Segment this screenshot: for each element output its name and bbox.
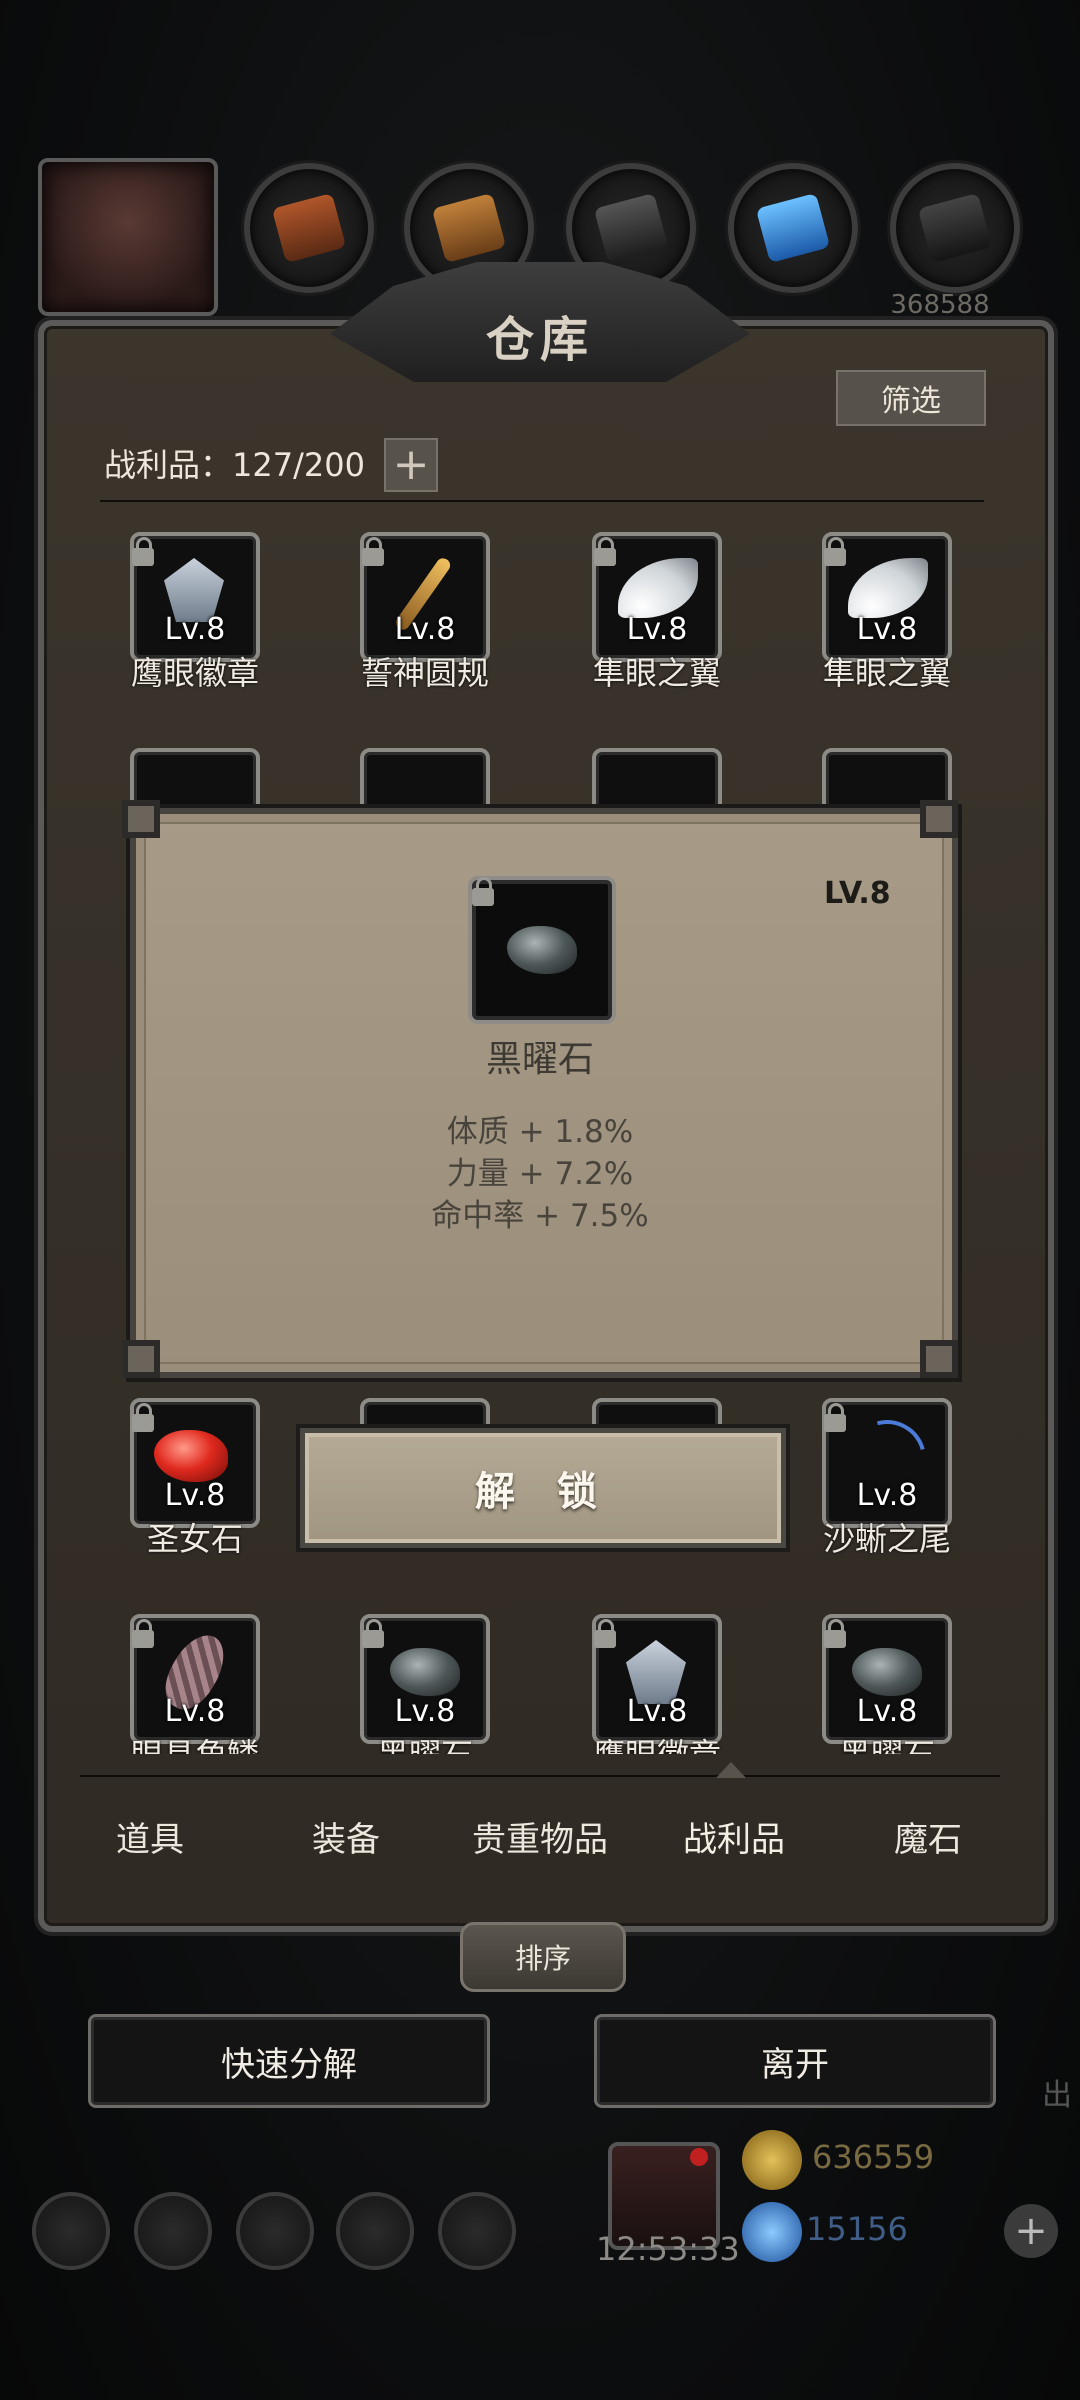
map-icon[interactable] xyxy=(236,2192,314,2270)
item-level: Lv.8 xyxy=(856,612,918,647)
lock-icon xyxy=(362,1619,384,1648)
item-name: 鹰眼徽章 xyxy=(557,1730,757,1754)
lock-icon xyxy=(594,1619,616,1648)
mail-icon[interactable] xyxy=(336,2192,414,2270)
resource-crystal-icon[interactable] xyxy=(728,163,858,293)
lock-icon xyxy=(362,537,384,566)
item-name: 眼具角鳞 xyxy=(95,1730,295,1754)
add-gems-button[interactable]: + xyxy=(1004,2204,1058,2258)
tab-items[interactable]: 道具 xyxy=(50,1812,250,1861)
item-level: Lv.8 xyxy=(164,612,226,647)
item-stat: 命中率 + 7.5% xyxy=(431,1198,649,1234)
leave-button[interactable]: 离开 xyxy=(594,2014,996,2108)
lock-icon xyxy=(594,537,616,566)
card-corner xyxy=(122,800,160,838)
item-name: 誓神圆规 xyxy=(360,654,489,692)
item-detail-level: LV.8 xyxy=(824,876,891,911)
wing-icon xyxy=(618,558,698,618)
tabs-divider xyxy=(80,1775,1000,1777)
item-level: Lv.8 xyxy=(626,1694,688,1729)
panel-title: 仓库 xyxy=(485,312,594,368)
item-name: 隼眼之翼 xyxy=(822,654,951,692)
dark-stone-icon xyxy=(507,926,577,974)
item-stat: 体质 + 1.8% xyxy=(446,1114,634,1150)
capacity-label: 战利品：127/200 xyxy=(104,446,365,484)
item-stat: 力量 + 7.2% xyxy=(446,1156,634,1192)
card-corner xyxy=(920,800,958,838)
shop-icon[interactable] xyxy=(438,2192,516,2270)
tab-magic-stone[interactable]: 魔石 xyxy=(828,1812,1028,1861)
tab-valuables[interactable]: 贵重物品 xyxy=(440,1812,640,1861)
item-level: Lv.8 xyxy=(394,612,456,647)
lock-icon xyxy=(132,537,154,566)
item-name: 沙蜥之尾 xyxy=(822,1520,951,1558)
notification-dot xyxy=(690,2148,708,2166)
wing-icon xyxy=(848,558,928,618)
clock: 12:53:33 xyxy=(596,2230,740,2268)
resource-leather-icon[interactable] xyxy=(244,163,374,293)
lock-icon xyxy=(132,1619,154,1648)
lock-icon xyxy=(132,1403,154,1432)
card-corner xyxy=(920,1340,958,1378)
resource-metal-icon[interactable] xyxy=(890,163,1020,293)
item-name: 鹰眼徽章 xyxy=(130,654,259,692)
gem-icon xyxy=(742,2202,802,2262)
lock-icon xyxy=(472,877,494,906)
expand-capacity-button[interactable]: + xyxy=(384,438,438,492)
lock-icon xyxy=(824,537,846,566)
red-stone-icon xyxy=(154,1430,228,1482)
lock-icon xyxy=(824,1619,846,1648)
sort-button[interactable]: 排序 xyxy=(460,1922,626,1992)
side-label: 出 xyxy=(1042,2078,1072,2113)
gem-amount: 15156 xyxy=(806,2210,908,2248)
character-avatar[interactable] xyxy=(38,158,218,316)
filter-button[interactable]: 筛选 xyxy=(836,370,986,426)
item-level: Lv.8 xyxy=(626,612,688,647)
gold-coin-icon xyxy=(742,2130,802,2190)
dark-stone-icon xyxy=(390,1648,460,1696)
lock-icon xyxy=(824,1403,846,1432)
item-level: Lv.8 xyxy=(856,1694,918,1729)
star-icon[interactable] xyxy=(134,2192,212,2270)
gold-amount: 636559 xyxy=(812,2138,935,2176)
dark-stone-icon xyxy=(852,1648,922,1696)
item-name: 黑曜石 xyxy=(325,1730,525,1754)
settings-icon[interactable] xyxy=(32,2192,110,2270)
item-detail-name: 黑曜石 xyxy=(485,1039,594,1080)
item-level: Lv.8 xyxy=(164,1478,226,1513)
item-name: 黑曜石 xyxy=(787,1730,987,1754)
item-name: 圣女石 xyxy=(146,1520,243,1558)
card-corner xyxy=(122,1340,160,1378)
tab-loot[interactable]: 战利品 xyxy=(634,1812,834,1861)
item-name: 隼眼之翼 xyxy=(592,654,721,692)
tab-equipment[interactable]: 装备 xyxy=(246,1812,446,1861)
divider xyxy=(100,500,984,502)
item-level: Lv.8 xyxy=(856,1478,918,1513)
unlock-button[interactable]: 解 锁 xyxy=(300,1428,786,1548)
item-level: Lv.8 xyxy=(164,1694,226,1729)
quick-decompose-button[interactable]: 快速分解 xyxy=(88,2014,490,2108)
item-level: Lv.8 xyxy=(394,1694,456,1729)
